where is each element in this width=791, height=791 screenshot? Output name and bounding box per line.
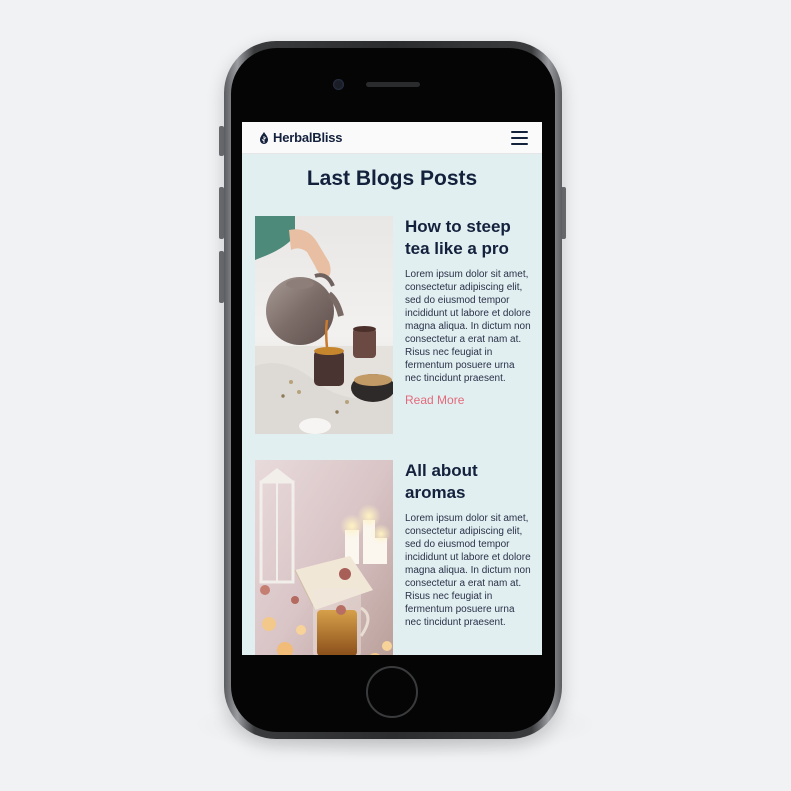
page-title: Last Blogs Posts [306,167,478,190]
post-excerpt: Lorem ipsum dolor sit amet, consectetur … [405,269,531,384]
post-title[interactable]: How to steep tea like a pro [405,216,533,260]
post-body: All about aromas Lorem ipsum dolor sit a… [405,460,533,635]
pouring-tea-photo [255,216,393,434]
hamburger-menu-icon[interactable] [511,130,528,145]
candles-and-tea-photo [255,460,393,655]
post-image-candles-tea[interactable] [255,460,393,655]
phone-screen: HerbalBliss Last Blogs Posts How to stee… [242,122,542,655]
post-title[interactable]: All about aromas [405,460,533,504]
earpiece-speaker [366,82,420,87]
post-excerpt: Lorem ipsum dolor sit amet, consectetur … [405,513,531,628]
home-button[interactable] [366,666,418,718]
brand-name: HerbalBliss [273,130,343,145]
navbar: HerbalBliss [242,122,542,154]
read-more-link[interactable]: Read More [405,393,464,407]
leaf-drop-icon [260,131,268,144]
post-body: How to steep tea like a pro Lorem ipsum … [405,216,533,409]
brand-logo[interactable]: HerbalBliss [259,130,343,145]
post-image-pouring-tea[interactable] [255,216,393,434]
front-camera [333,79,344,90]
